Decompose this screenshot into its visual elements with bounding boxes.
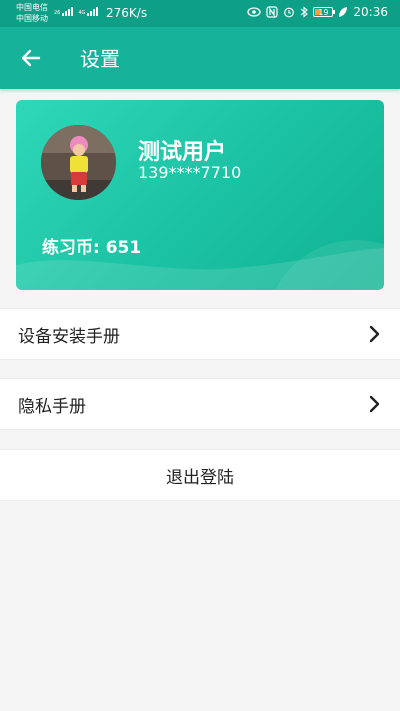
nfc-icon [266,6,279,18]
chevron-right-icon [369,395,380,413]
user-name: 测试用户 [138,140,227,165]
network-type-1: 26 [54,10,61,16]
battery-level: 19 [318,8,329,17]
logout-button[interactable]: 退出登陆 [0,449,400,501]
profile-card[interactable]: 测试用户 139****7710 练习币: 651 [16,100,384,290]
network-speed: 276K/s [106,6,148,20]
avatar[interactable] [41,125,116,200]
menu-item-label: 设备安装手册 [18,327,120,347]
user-phone: 139****7710 [138,163,242,182]
carrier-1: 中国电信 [16,3,48,12]
menu-item-label: 隐私手册 [18,397,86,417]
status-bar: 中国电信 中国移动 26 4G 276K/s 19 20:36 [0,0,400,27]
menu-item-install-manual[interactable]: 设备安装手册 [0,308,400,360]
chevron-right-icon [369,325,380,343]
battery-icon: 19 [313,7,336,17]
leaf-icon [339,7,348,17]
status-icons: 19 20:36 [247,5,388,19]
bluetooth-icon [301,6,309,18]
practice-coins: 练习币: 651 [42,238,142,258]
avatar-image [41,125,116,200]
network-type-2: 4G [78,10,86,16]
clock: 20:36 [353,5,388,19]
eye-icon [247,7,262,17]
alarm-icon [284,7,295,18]
logout-label: 退出登陆 [166,468,234,488]
arrow-left-icon[interactable] [18,45,44,71]
carrier-2: 中国移动 [16,14,48,23]
app-bar: 设置 [0,27,400,89]
carrier-info: 中国电信 中国移动 [16,2,48,24]
page-title: 设置 [80,47,120,71]
signal-bars-icon [62,6,74,16]
menu-item-privacy-manual[interactable]: 隐私手册 [0,378,400,430]
signal-group: 26 4G [54,6,102,16]
signal-bars-icon [87,6,99,16]
